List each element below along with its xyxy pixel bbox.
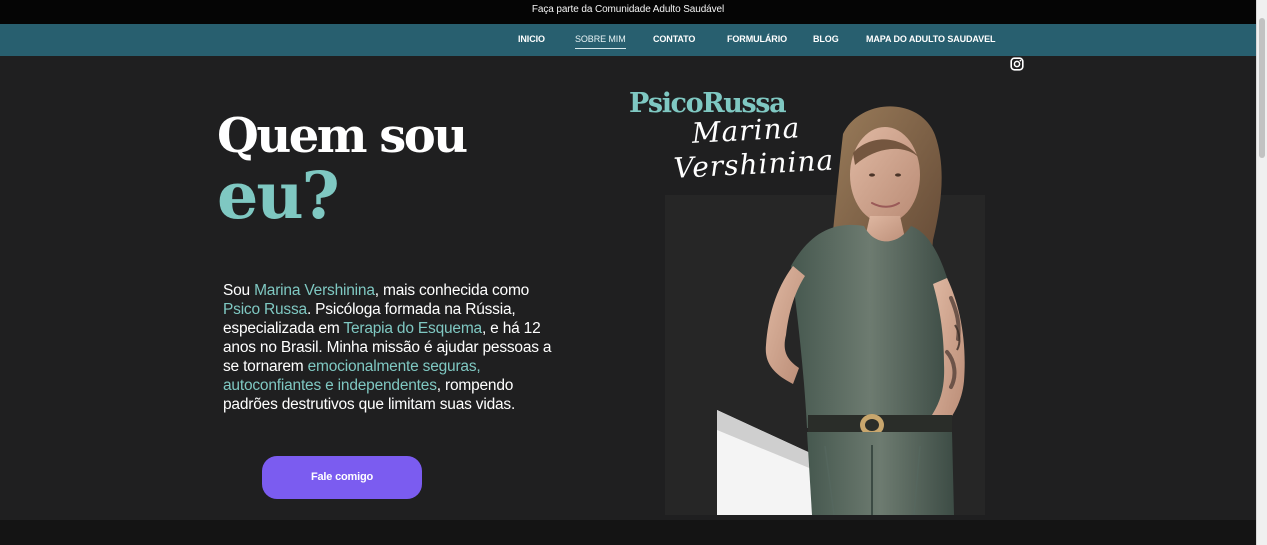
- next-section-preview: [0, 520, 1256, 545]
- bio-text-1: Sou: [223, 281, 255, 299]
- nav-item-contato[interactable]: CONTATO: [653, 24, 695, 56]
- bio-highlight-brand: Psico Russa: [223, 300, 307, 318]
- main-navigation: INICIO SOBRE MIM CONTATO FORMULÁRIO BLOG…: [0, 24, 1256, 71]
- instagram-icon[interactable]: [1010, 57, 1024, 71]
- nav-item-sobre-mim[interactable]: SOBRE MIM: [575, 24, 626, 56]
- nav-item-inicio[interactable]: INICIO: [518, 24, 545, 56]
- nav-item-blog[interactable]: BLOG: [813, 24, 839, 56]
- bio-paragraph: Sou Marina Vershinina, mais conhecida co…: [223, 281, 553, 414]
- bio-highlight-name: Marina Vershinina: [254, 281, 375, 299]
- scrollbar-thumb[interactable]: [1259, 18, 1265, 158]
- bio-highlight-therapy: Terapia do Esquema: [343, 319, 482, 337]
- contact-button[interactable]: Fale comigo: [262, 456, 422, 499]
- script-signature-name: Marina Vershinina: [671, 109, 854, 186]
- announcement-text[interactable]: Faça parte da Comunidade Adulto Saudável: [532, 4, 724, 15]
- page: Faça parte da Comunidade Adulto Saudável…: [0, 0, 1267, 545]
- vertical-scrollbar[interactable]: [1256, 0, 1267, 545]
- bio-text-2: , mais conhecida como: [374, 281, 530, 299]
- nav-item-formulario[interactable]: FORMULÁRIO: [727, 24, 787, 56]
- hero-title-line-1: Quem sou: [217, 108, 468, 164]
- announcement-bar[interactable]: Faça parte da Comunidade Adulto Saudável: [0, 0, 1256, 24]
- nav-item-mapa-do-adulto-saudavel[interactable]: MAPA DO ADULTO SAUDAVEL: [866, 24, 995, 56]
- hero-title-line-2: eu?: [217, 158, 340, 234]
